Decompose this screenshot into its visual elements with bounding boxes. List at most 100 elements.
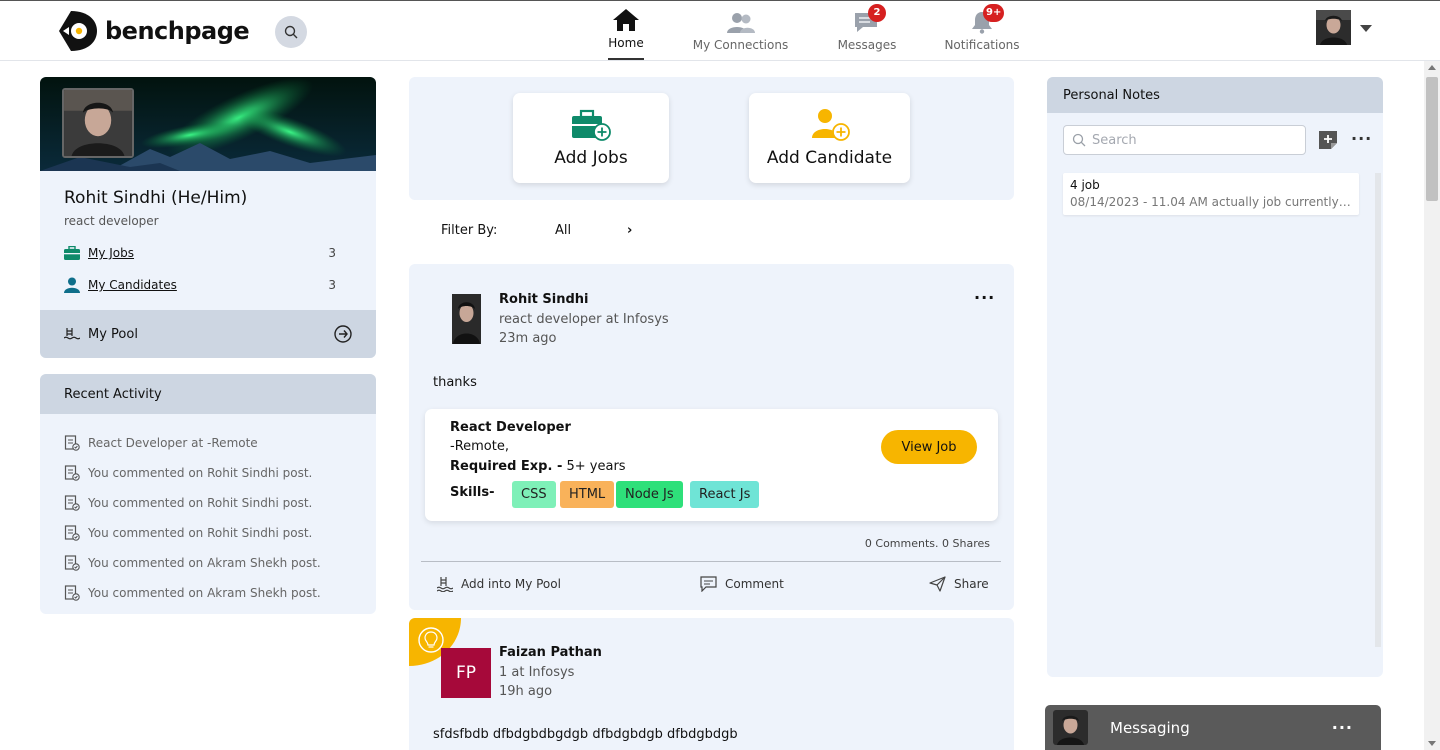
view-job-button[interactable]: View Job [881,430,977,464]
connections-icon [726,13,755,33]
post-timestamp: 19h ago [499,684,553,699]
add-candidate-button[interactable]: Add Candidate [749,93,910,183]
header-search-button[interactable] [275,16,307,48]
messages-badge: 2 [868,4,886,22]
post-author-avatar[interactable] [452,294,481,344]
my-candidates-row[interactable]: My Candidates 3 [64,275,336,295]
feed-post: Rohit Sindhi react developer at Infosys … [409,264,1014,610]
post-author-avatar[interactable]: FP [441,648,491,698]
messaging-avatar [1053,710,1088,745]
activity-text: You commented on Akram Shekh post. [88,586,321,600]
add-note-icon[interactable] [1318,130,1338,150]
nav-home[interactable]: Home [608,1,644,60]
personal-notes-title: Personal Notes [1047,77,1383,113]
brand-name: benchpage [105,17,250,45]
job-card[interactable]: React Developer -Remote, Required Exp. -… [425,409,998,521]
activity-item[interactable]: You commented on Akram Shekh post. [64,548,376,578]
home-icon [613,9,639,31]
nav-messages-label: Messages [837,38,897,52]
add-jobs-label: Add Jobs [554,148,628,168]
nav-connections[interactable]: My Connections [692,1,789,60]
document-check-icon [64,465,80,481]
add-to-pool-label: Add into My Pool [461,577,561,591]
activity-text: React Developer at -Remote [88,436,258,450]
post-author-name[interactable]: Rohit Sindhi [499,292,588,307]
scroll-up-arrow-icon[interactable] [1428,65,1436,70]
scroll-thumb[interactable] [1426,77,1438,201]
quick-actions-card: Add Jobs Add Candidate [409,77,1014,200]
scroll-down-arrow-icon[interactable] [1428,741,1436,746]
account-menu-caret-icon[interactable] [1360,25,1372,32]
activity-list: React Developer at -Remote You commented… [40,414,376,608]
nav-messages[interactable]: Messages 2 [836,1,898,60]
job-experience-label: Required Exp. - [450,459,563,474]
post-author-name[interactable]: Faizan Pathan [499,645,602,660]
more-options-icon[interactable]: ··· [1351,129,1372,148]
add-to-pool-button[interactable]: Add into My Pool [437,576,561,592]
my-jobs-count: 3 [328,246,336,260]
document-check-icon [64,585,80,601]
notes-search-box[interactable] [1063,125,1306,155]
briefcase-icon [64,246,80,260]
post-stats[interactable]: 0 Comments. 0 Shares [865,537,990,550]
job-location: -Remote, [450,439,509,454]
activity-item[interactable]: You commented on Akram Shekh post. [64,578,376,608]
post-text: sfdsfbdb dfbdgbdbgdgb dfbdgbdgb dfbdgbdg… [433,727,738,742]
profile-role: react developer [64,214,159,228]
activity-text: You commented on Rohit Sindhi post. [88,466,313,480]
document-check-icon [64,435,80,451]
nav-notifications-label: Notifications [944,38,1020,52]
notes-scrollbar[interactable] [1375,173,1381,647]
search-icon [284,25,298,39]
comment-button[interactable]: Comment [700,576,784,592]
brand-logo[interactable]: benchpage [55,9,250,53]
share-label: Share [954,577,989,591]
activity-item[interactable]: React Developer at -Remote [64,428,376,458]
my-pool-label: My Pool [88,326,138,342]
post-text: thanks [433,375,477,390]
skill-chip: Node Js [616,481,683,508]
recent-activity-card: Recent Activity React Developer at -Remo… [40,374,376,614]
my-jobs-row[interactable]: My Jobs 3 [64,243,336,263]
messaging-label: Messaging [1110,718,1190,737]
arrow-right-circle-icon[interactable] [334,325,352,343]
add-candidate-label: Add Candidate [766,148,893,168]
document-check-icon [64,495,80,511]
chevron-right-icon[interactable]: › [627,223,632,238]
job-skills-label: Skills- [450,485,495,500]
messaging-dock[interactable]: Messaging ··· [1045,705,1381,750]
my-jobs-link[interactable]: My Jobs [88,246,134,260]
notes-search-input[interactable] [1092,132,1292,148]
document-check-icon [64,525,80,541]
more-options-icon[interactable]: ··· [974,288,995,307]
filter-select[interactable]: All [555,223,571,238]
job-experience-value: 5+ years [566,459,626,474]
activity-item[interactable]: You commented on Rohit Sindhi post. [64,488,376,518]
activity-item[interactable]: You commented on Rohit Sindhi post. [64,518,376,548]
add-person-icon [811,109,850,141]
search-icon [1072,133,1086,147]
pool-icon [64,328,80,340]
more-options-icon[interactable]: ··· [1332,718,1353,737]
profile-photo[interactable] [62,88,134,158]
benchpage-logo-icon [59,11,97,51]
nav-notifications[interactable]: Notifications 9+ [944,1,1020,60]
job-title: React Developer [450,420,571,435]
feed-filter: Filter By: All › [441,223,641,243]
note-item[interactable]: 4 job 08/14/2023 - 11.04 AM actually job… [1063,173,1359,215]
nav-home-label: Home [608,36,644,50]
my-candidates-link[interactable]: My Candidates [88,278,177,292]
my-pool-bar[interactable]: My Pool [40,310,376,358]
post-divider [421,561,1001,562]
activity-item[interactable]: You commented on Rohit Sindhi post. [64,458,376,488]
add-jobs-button[interactable]: Add Jobs [513,93,669,183]
my-candidates-count: 3 [328,278,336,292]
page-scrollbar[interactable] [1424,61,1440,750]
recent-activity-title: Recent Activity [40,374,376,414]
profile-name[interactable]: Rohit Sindhi (He/Him) [64,188,247,208]
top-header: benchpage Home My Connections Messages 2 [0,1,1440,61]
skill-chip: CSS [512,481,556,508]
user-avatar[interactable] [1316,10,1351,45]
share-button[interactable]: Share [929,576,989,592]
post-author-subtitle: react developer at Infosys [499,312,669,327]
